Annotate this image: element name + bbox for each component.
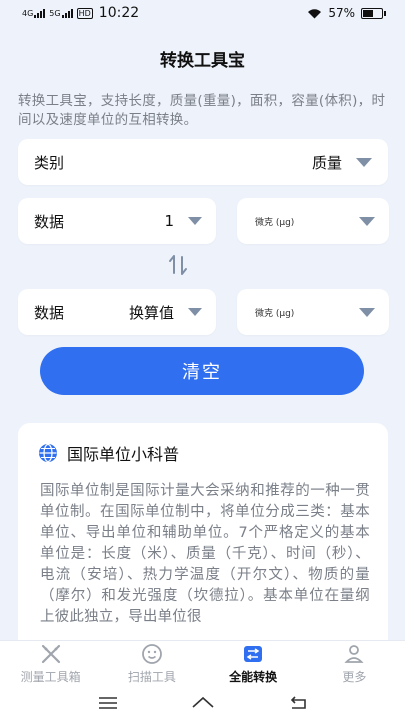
page-title: 转换工具宝 xyxy=(160,51,245,71)
info-card: 国际单位小科普 国际单位制是国际计量大会采纳和推荐的一种一贯单位制。在国际单位制… xyxy=(18,423,388,653)
globe-icon xyxy=(39,443,57,463)
user-icon xyxy=(344,644,364,663)
home-icon[interactable] xyxy=(191,693,215,713)
info-title: 国际单位小科普 xyxy=(67,445,180,464)
tab-label: 更多 xyxy=(342,669,367,684)
bottom-tab-bar: 测量工具箱 扫描工具 全能转换 更多 xyxy=(0,640,405,686)
status-left: 4G 5G HD 10:22 xyxy=(22,5,139,21)
input-data-row[interactable]: 数据 1 xyxy=(18,198,216,244)
tab-label: 扫描工具 xyxy=(127,669,176,684)
category-select[interactable]: 类别 质量 xyxy=(18,139,388,185)
status-bar: 4G 5G HD 10:22 57% xyxy=(0,0,405,26)
hd-badge: HD xyxy=(76,7,93,19)
tab-all-convert[interactable]: 全能转换 xyxy=(203,641,304,686)
output-unit-select[interactable]: 微克 (μg) xyxy=(237,289,389,335)
status-right: 57% xyxy=(307,6,386,20)
convert-icon xyxy=(244,645,263,662)
input-value[interactable]: 1 xyxy=(164,212,174,230)
tab-label: 全能转换 xyxy=(229,669,278,684)
category-value-wrap: 质量 xyxy=(312,152,372,173)
output-label: 数据 xyxy=(34,303,65,322)
clock: 10:22 xyxy=(98,5,140,21)
network-type-1: 4G xyxy=(22,8,34,18)
input-unit: 微克 (μg) xyxy=(255,217,295,228)
chevron-down-icon xyxy=(188,217,202,225)
tab-measure-toolbox[interactable]: 测量工具箱 xyxy=(0,641,101,686)
output-value: 换算值 xyxy=(128,303,174,322)
clear-button[interactable]: 清空 xyxy=(40,347,364,395)
ruler-cross-icon xyxy=(41,644,60,663)
category-value: 质量 xyxy=(311,153,342,172)
chevron-down-icon xyxy=(359,216,375,226)
system-nav-bar xyxy=(0,686,405,720)
tab-scan-tools[interactable]: 扫描工具 xyxy=(101,641,202,686)
chevron-down-icon xyxy=(359,307,375,317)
battery-icon xyxy=(361,7,386,19)
swap-icon[interactable] xyxy=(168,254,188,276)
battery-percent: 57% xyxy=(328,6,355,20)
info-body: 国际单位制是国际计量大会采纳和推荐的一种一贯单位制。在国际单位制中，将单位分成三… xyxy=(40,483,370,625)
chevron-down-icon xyxy=(356,157,372,167)
wifi-icon xyxy=(308,8,322,18)
signal-icon-2: 5G xyxy=(49,8,73,18)
back-icon[interactable] xyxy=(286,693,310,713)
input-label: 数据 xyxy=(34,212,65,231)
tab-label: 测量工具箱 xyxy=(20,669,81,684)
input-value-wrap: 1 xyxy=(164,212,202,230)
scan-face-icon xyxy=(141,643,162,664)
category-label: 类别 xyxy=(34,153,65,172)
output-value-wrap: 换算值 xyxy=(129,302,202,323)
output-unit: 微克 (μg) xyxy=(255,308,295,319)
page-description: 转换工具宝，支持长度，质量(重量)，面积，容量(体积)，时间以及速度单位的互相转… xyxy=(18,93,386,128)
input-unit-select[interactable]: 微克 (μg) xyxy=(237,198,389,244)
signal-icon: 4G xyxy=(22,8,46,18)
network-type-2: 5G xyxy=(49,8,61,18)
output-data-row[interactable]: 数据 换算值 xyxy=(18,289,216,335)
info-header: 国际单位小科普 xyxy=(18,423,388,465)
chevron-down-icon xyxy=(188,308,202,316)
tab-more[interactable]: 更多 xyxy=(304,641,405,686)
menu-icon[interactable] xyxy=(96,693,120,713)
